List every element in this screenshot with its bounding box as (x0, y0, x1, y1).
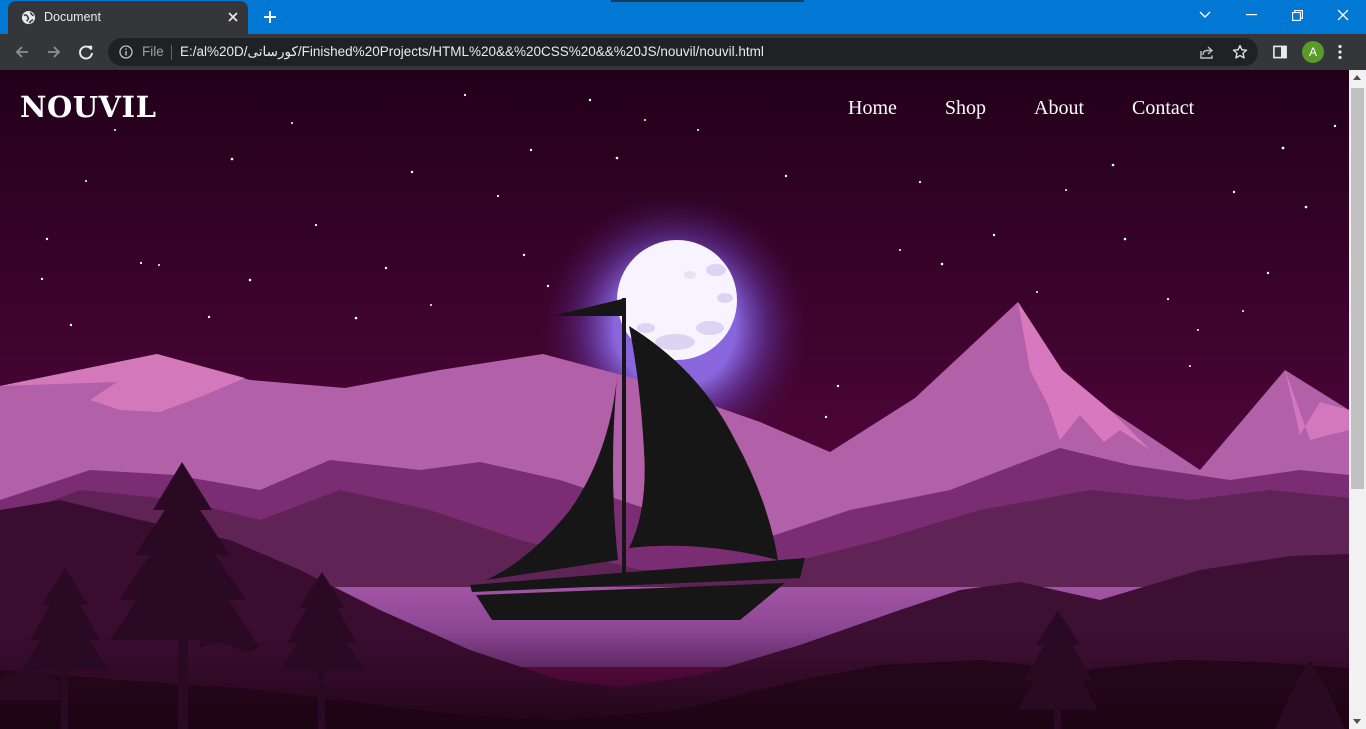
nav-link-contact[interactable]: Contact (1132, 97, 1194, 120)
share-icon[interactable] (1198, 43, 1216, 61)
main-nav: Home Shop About Contact (848, 97, 1194, 120)
minimize-button[interactable] (1228, 0, 1274, 30)
tab-search-button[interactable] (1182, 0, 1228, 30)
hero-illustration (0, 70, 1349, 729)
arrow-left-icon (15, 46, 28, 58)
address-separator (171, 45, 172, 60)
boat-mast (622, 298, 626, 574)
close-window-button[interactable] (1320, 0, 1366, 30)
chevron-down-icon (1199, 11, 1211, 18)
side-panel-icon (1273, 45, 1287, 59)
info-icon[interactable] (119, 45, 133, 59)
nav-link-home[interactable]: Home (848, 97, 897, 120)
plus-icon (264, 11, 276, 23)
scheme-label: File (142, 44, 164, 59)
new-tab-button[interactable] (258, 6, 282, 28)
tab-title: Document (44, 10, 101, 24)
browser-toolbar: File E:/al%20D/کورساتی/Finished%20Projec… (0, 34, 1366, 70)
nav-link-about[interactable]: About (1034, 97, 1084, 120)
restore-button[interactable] (1274, 0, 1320, 30)
reload-button[interactable] (72, 38, 100, 66)
minimize-icon (1245, 14, 1257, 16)
side-panel-button[interactable] (1266, 38, 1294, 66)
reload-icon (79, 45, 93, 60)
close-icon (1337, 9, 1349, 21)
tab-close-icon[interactable] (225, 9, 241, 25)
forward-button[interactable] (40, 38, 68, 66)
back-button[interactable] (8, 38, 36, 66)
restore-icon (1291, 9, 1303, 21)
brand-logo[interactable]: NOUVIL (20, 90, 157, 124)
browser-tab[interactable]: Document (8, 1, 248, 34)
address-bar[interactable]: File E:/al%20D/کورساتی/Finished%20Projec… (108, 38, 1258, 66)
scroll-up-arrow-icon[interactable] (1353, 75, 1361, 80)
nav-link-shop[interactable]: Shop (945, 97, 986, 120)
arrow-right-icon (48, 46, 61, 58)
globe-icon (21, 10, 36, 25)
bookmark-star-icon[interactable] (1231, 43, 1249, 61)
page-viewport: NOUVIL Home Shop About Contact (0, 70, 1349, 729)
page-scrollbar[interactable] (1349, 70, 1366, 729)
menu-button[interactable] (1326, 38, 1354, 66)
browser-titlebar: Document (0, 0, 1366, 34)
more-vert-icon (1338, 44, 1342, 60)
titlebar-accent-line (611, 0, 804, 2)
profile-avatar[interactable]: A (1302, 41, 1324, 63)
scroll-down-arrow-icon[interactable] (1353, 719, 1361, 724)
scrollbar-thumb[interactable] (1351, 88, 1364, 489)
url-text[interactable]: E:/al%20D/کورساتی/Finished%20Projects/HT… (180, 44, 764, 60)
